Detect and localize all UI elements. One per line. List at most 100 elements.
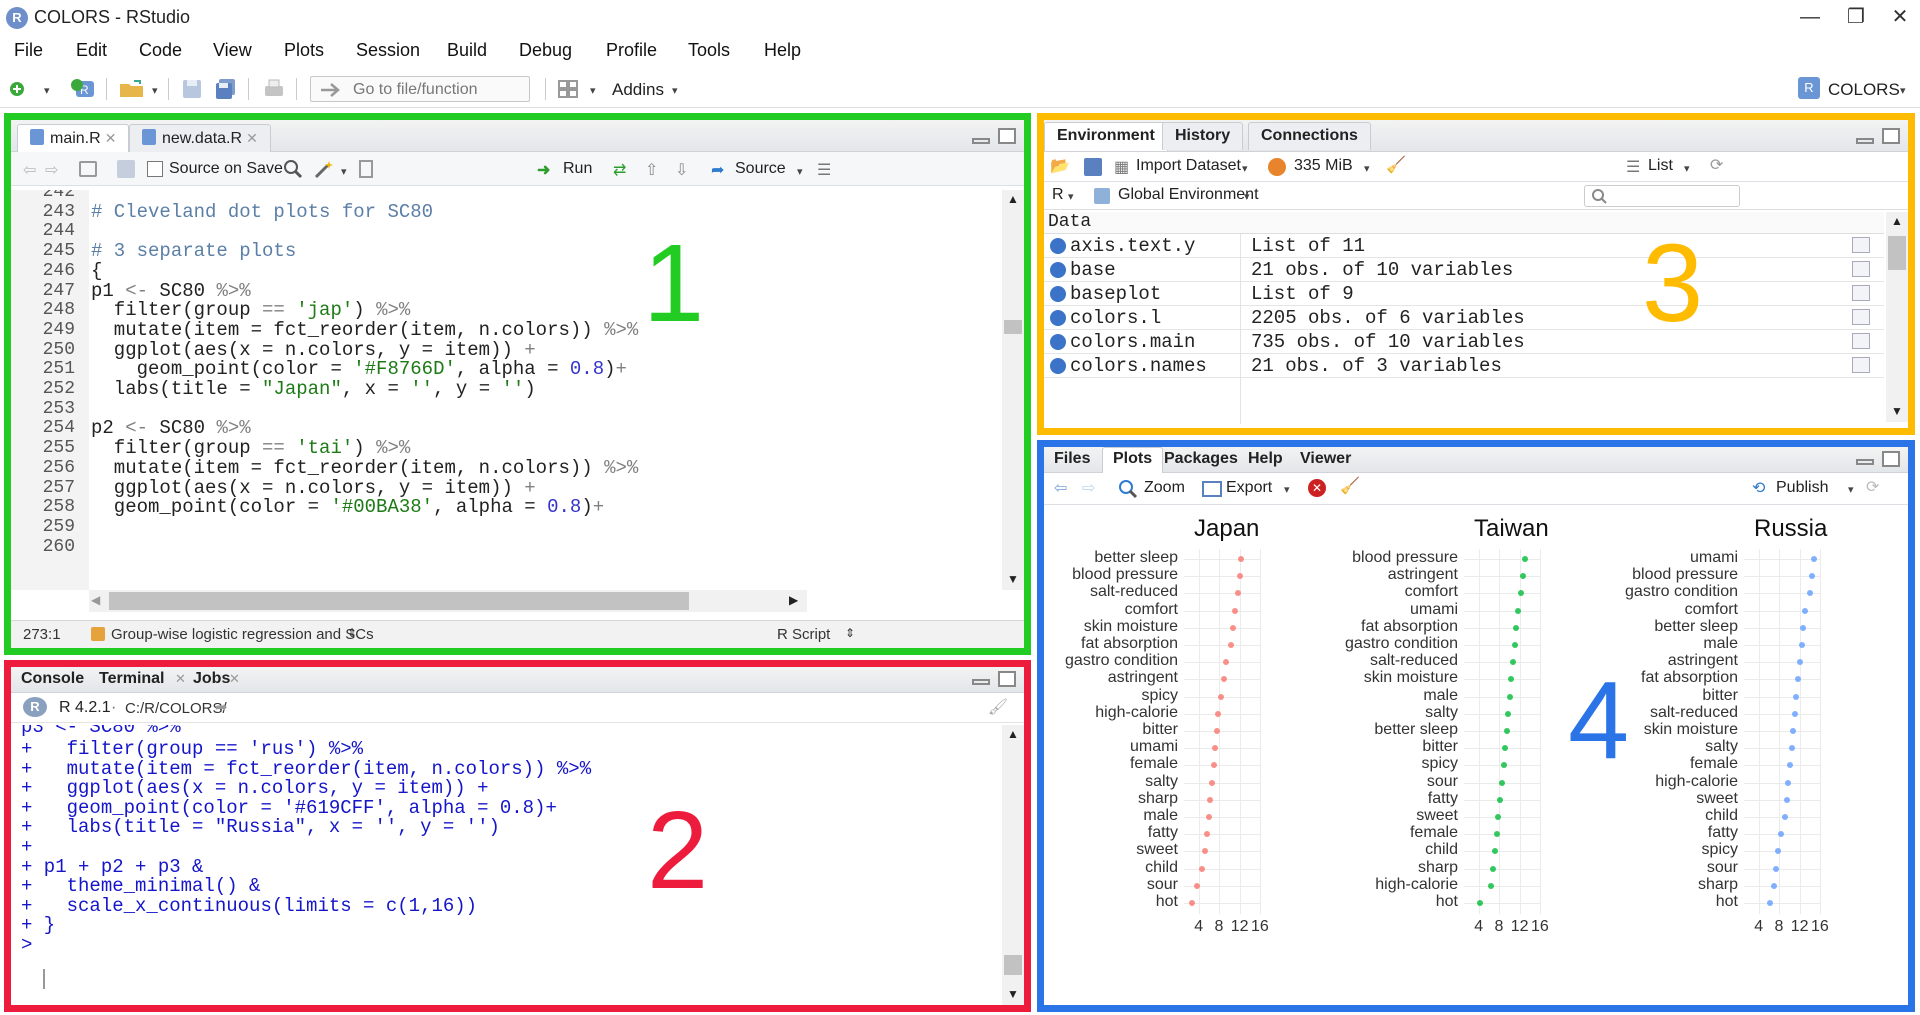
tab-history[interactable]: History xyxy=(1162,122,1244,150)
table-view-icon[interactable] xyxy=(1852,357,1870,373)
environment-row[interactable]: baseplot List of 9 xyxy=(1044,282,1884,306)
new-file-icon[interactable] xyxy=(8,77,32,101)
broom-icon[interactable]: 🧹 xyxy=(1386,155,1406,175)
scroll-left-icon[interactable]: ◀ xyxy=(91,593,100,607)
table-view-icon[interactable] xyxy=(1852,333,1870,349)
maximize-pane-icon[interactable] xyxy=(1882,451,1900,467)
search-icon[interactable] xyxy=(1852,237,1870,253)
save-icon[interactable] xyxy=(180,77,204,101)
expand-icon[interactable] xyxy=(1050,310,1066,326)
tab-main-r[interactable]: main.R ✕ xyxy=(17,124,130,153)
environment-vertical-scrollbar[interactable]: ▲ ▼ xyxy=(1886,212,1908,422)
broom-icon[interactable]: 🧹 xyxy=(1340,476,1360,496)
tab-console[interactable]: Console xyxy=(21,670,84,688)
view-mode-selector[interactable]: List xyxy=(1648,157,1673,175)
expand-icon[interactable] xyxy=(1050,358,1066,374)
load-workspace-icon[interactable]: 📂 xyxy=(1050,156,1070,176)
publish-button[interactable]: Publish xyxy=(1776,479,1828,497)
scroll-down-icon[interactable]: ▼ xyxy=(1007,987,1019,1001)
source-button[interactable]: Source xyxy=(735,160,786,178)
tab-help[interactable]: Help xyxy=(1248,450,1283,468)
chevron-down-icon[interactable]: ▾ xyxy=(672,84,678,97)
table-view-icon[interactable] xyxy=(1852,309,1870,325)
tab-environment[interactable]: Environment xyxy=(1044,122,1168,151)
tab-terminal[interactable]: Terminal xyxy=(99,670,165,688)
rerun-icon[interactable]: ⇄ xyxy=(613,160,626,180)
minimize-pane-icon[interactable] xyxy=(972,679,990,685)
chevron-down-icon[interactable]: ▾ xyxy=(1284,483,1290,496)
environment-row[interactable]: base 21 obs. of 10 variables xyxy=(1044,258,1884,282)
scroll-up-icon[interactable]: ▲ xyxy=(1007,727,1019,741)
scope-selector[interactable]: Group-wise logistic regression and SCs xyxy=(111,626,374,643)
menu-view[interactable]: View xyxy=(213,40,252,61)
scroll-up-icon[interactable]: ▲ xyxy=(1891,214,1903,228)
print-icon[interactable] xyxy=(262,77,286,101)
expand-icon[interactable] xyxy=(1050,262,1066,278)
tab-new-data-r[interactable]: new.data.R ✕ xyxy=(129,124,271,152)
scroll-down-icon[interactable]: ▼ xyxy=(1007,572,1019,586)
up-arrow-icon[interactable]: ⇧ xyxy=(645,160,658,180)
back-arrow-icon[interactable]: ⇦ xyxy=(1054,478,1067,498)
maximize-pane-icon[interactable] xyxy=(998,671,1016,687)
scroll-up-icon[interactable]: ▲ xyxy=(1007,192,1019,206)
zoom-button[interactable]: Zoom xyxy=(1144,479,1185,497)
save-icon[interactable] xyxy=(117,160,135,178)
maximize-pane-icon[interactable] xyxy=(998,128,1016,144)
chevron-updown-icon[interactable]: ⇕ xyxy=(347,626,357,640)
close-icon[interactable]: ✕ xyxy=(105,130,117,146)
environment-row[interactable]: colors.l 2205 obs. of 6 variables xyxy=(1044,306,1884,330)
close-icon[interactable]: ✕ xyxy=(229,671,240,687)
tab-jobs[interactable]: Jobs xyxy=(193,670,230,688)
save-all-icon[interactable] xyxy=(214,77,238,101)
close-icon[interactable]: ✕ xyxy=(246,130,258,146)
editor-horizontal-scrollbar[interactable]: ◀ ▶ xyxy=(89,590,807,612)
console-output[interactable]: p3 <- SC80 %>% + filter(group == 'rus') … xyxy=(11,725,1001,1005)
grid-icon[interactable]: ▦ xyxy=(1114,157,1129,177)
chevron-down-icon[interactable]: ▾ xyxy=(1364,162,1370,175)
forward-arrow-icon[interactable]: ⇨ xyxy=(1082,478,1095,498)
goto-file-function-input[interactable]: Go to file/function xyxy=(310,76,530,102)
chevron-down-icon[interactable]: ▾ xyxy=(1242,162,1248,175)
chevron-down-icon[interactable]: ▾ xyxy=(152,84,158,97)
save-workspace-icon[interactable] xyxy=(1084,158,1102,176)
menu-file[interactable]: File xyxy=(14,40,43,61)
environment-row[interactable]: colors.main 735 obs. of 10 variables xyxy=(1044,330,1884,354)
close-icon[interactable]: ✕ xyxy=(175,671,186,687)
scroll-thumb[interactable] xyxy=(1888,236,1906,270)
minimize-icon[interactable]: — xyxy=(1790,4,1830,30)
scroll-down-icon[interactable]: ▼ xyxy=(1891,404,1903,418)
menu-debug[interactable]: Debug xyxy=(519,40,572,61)
restore-icon[interactable]: ❐ xyxy=(1836,4,1876,30)
memory-usage[interactable]: 335 MiB xyxy=(1294,157,1353,175)
chevron-down-icon[interactable]: ▾ xyxy=(590,84,596,97)
clear-console-icon[interactable]: 🖌 xyxy=(988,697,1008,717)
search-icon[interactable] xyxy=(1852,285,1870,301)
table-view-icon[interactable] xyxy=(1852,261,1870,277)
tab-connections[interactable]: Connections xyxy=(1248,122,1371,150)
compile-report-icon[interactable] xyxy=(359,160,373,178)
back-arrow-icon[interactable]: ⇦ xyxy=(23,160,36,180)
chevron-updown-icon[interactable]: ⇕ xyxy=(845,626,855,640)
search-icon[interactable] xyxy=(283,159,303,179)
maximize-pane-icon[interactable] xyxy=(1882,128,1900,144)
scroll-thumb[interactable] xyxy=(1004,320,1022,334)
minimize-pane-icon[interactable] xyxy=(1856,459,1874,465)
publish-icon[interactable]: ⟲ xyxy=(1752,478,1765,498)
source-arrow-icon[interactable]: ➦ xyxy=(711,160,724,180)
addins-menu[interactable]: Addins xyxy=(612,80,664,100)
language-selector[interactable]: R xyxy=(1052,186,1064,204)
menu-build[interactable]: Build xyxy=(447,40,487,61)
menu-code[interactable]: Code xyxy=(139,40,182,61)
chevron-down-icon[interactable]: ▾ xyxy=(1244,190,1250,203)
zoom-icon[interactable] xyxy=(1118,479,1138,499)
tab-plots[interactable]: Plots xyxy=(1102,447,1164,474)
forward-arrow-icon[interactable]: ⇨ xyxy=(45,160,58,180)
grid-layout-icon[interactable] xyxy=(556,77,580,101)
run-button[interactable]: Run xyxy=(563,160,592,178)
list-view-icon[interactable]: ☰ xyxy=(1626,157,1640,177)
show-in-window-icon[interactable] xyxy=(79,161,97,177)
scroll-thumb[interactable] xyxy=(109,592,689,610)
menu-session[interactable]: Session xyxy=(356,40,420,61)
project-name[interactable]: COLORS xyxy=(1828,80,1900,100)
import-dataset-button[interactable]: Import Dataset xyxy=(1136,157,1241,175)
